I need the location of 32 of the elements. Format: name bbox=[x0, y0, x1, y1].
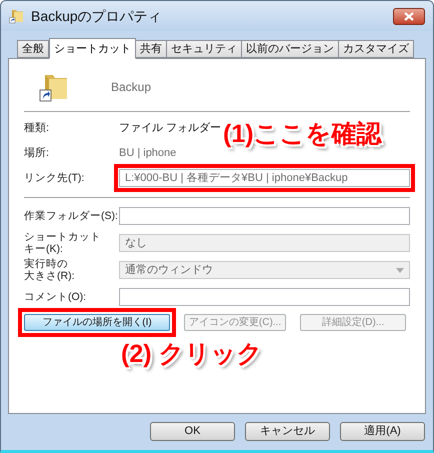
tab[interactable]: カスタマイズ bbox=[338, 40, 414, 58]
tab[interactable]: 共有 bbox=[135, 40, 167, 58]
action-button[interactable]: ファイルの場所を開く(I) bbox=[24, 314, 170, 331]
tab[interactable]: セキュリティ bbox=[166, 40, 242, 58]
tab[interactable]: 以前のバージョン bbox=[241, 40, 339, 58]
field-label: 作業フォルダー(S): bbox=[24, 210, 116, 222]
field-label: キー(K): bbox=[24, 243, 64, 255]
dialog-button[interactable]: 適用(A) bbox=[340, 422, 425, 441]
property-label: 場所: bbox=[24, 146, 50, 162]
field-label: 大きさ(R): bbox=[24, 270, 76, 282]
dialog-button[interactable]: OK bbox=[150, 422, 235, 441]
caret-icon bbox=[396, 268, 404, 272]
close-button[interactable] bbox=[393, 8, 425, 24]
window-title: Backupのプロパティ bbox=[31, 6, 162, 26]
field-label: コメント(O): bbox=[24, 291, 88, 303]
input-field[interactable] bbox=[119, 288, 410, 306]
field-label: ショートカット bbox=[24, 231, 102, 243]
tab[interactable]: ショートカット bbox=[49, 38, 136, 59]
callout-text: (2) クリック bbox=[121, 339, 262, 369]
field-label: 実行時の bbox=[24, 258, 69, 270]
shortcut-name: Backup bbox=[111, 79, 152, 96]
property-value: ファイル フォルダー bbox=[119, 121, 222, 136]
field-label: リンク先(T): bbox=[24, 172, 86, 184]
property-value: BU | iphone bbox=[119, 146, 176, 162]
input-field[interactable] bbox=[119, 207, 410, 225]
property-label: 種類: bbox=[24, 121, 50, 136]
tab[interactable]: 全般 bbox=[17, 40, 49, 58]
dialog-button[interactable]: キャンセル bbox=[245, 422, 330, 441]
close-icon bbox=[404, 12, 414, 20]
folder-shortcut-icon bbox=[9, 8, 25, 24]
input-field[interactable]: L:¥000-BU | 各種データ¥BU | iphone¥Backup bbox=[119, 169, 410, 187]
callout-text: (1)ここを確認 bbox=[223, 119, 382, 149]
